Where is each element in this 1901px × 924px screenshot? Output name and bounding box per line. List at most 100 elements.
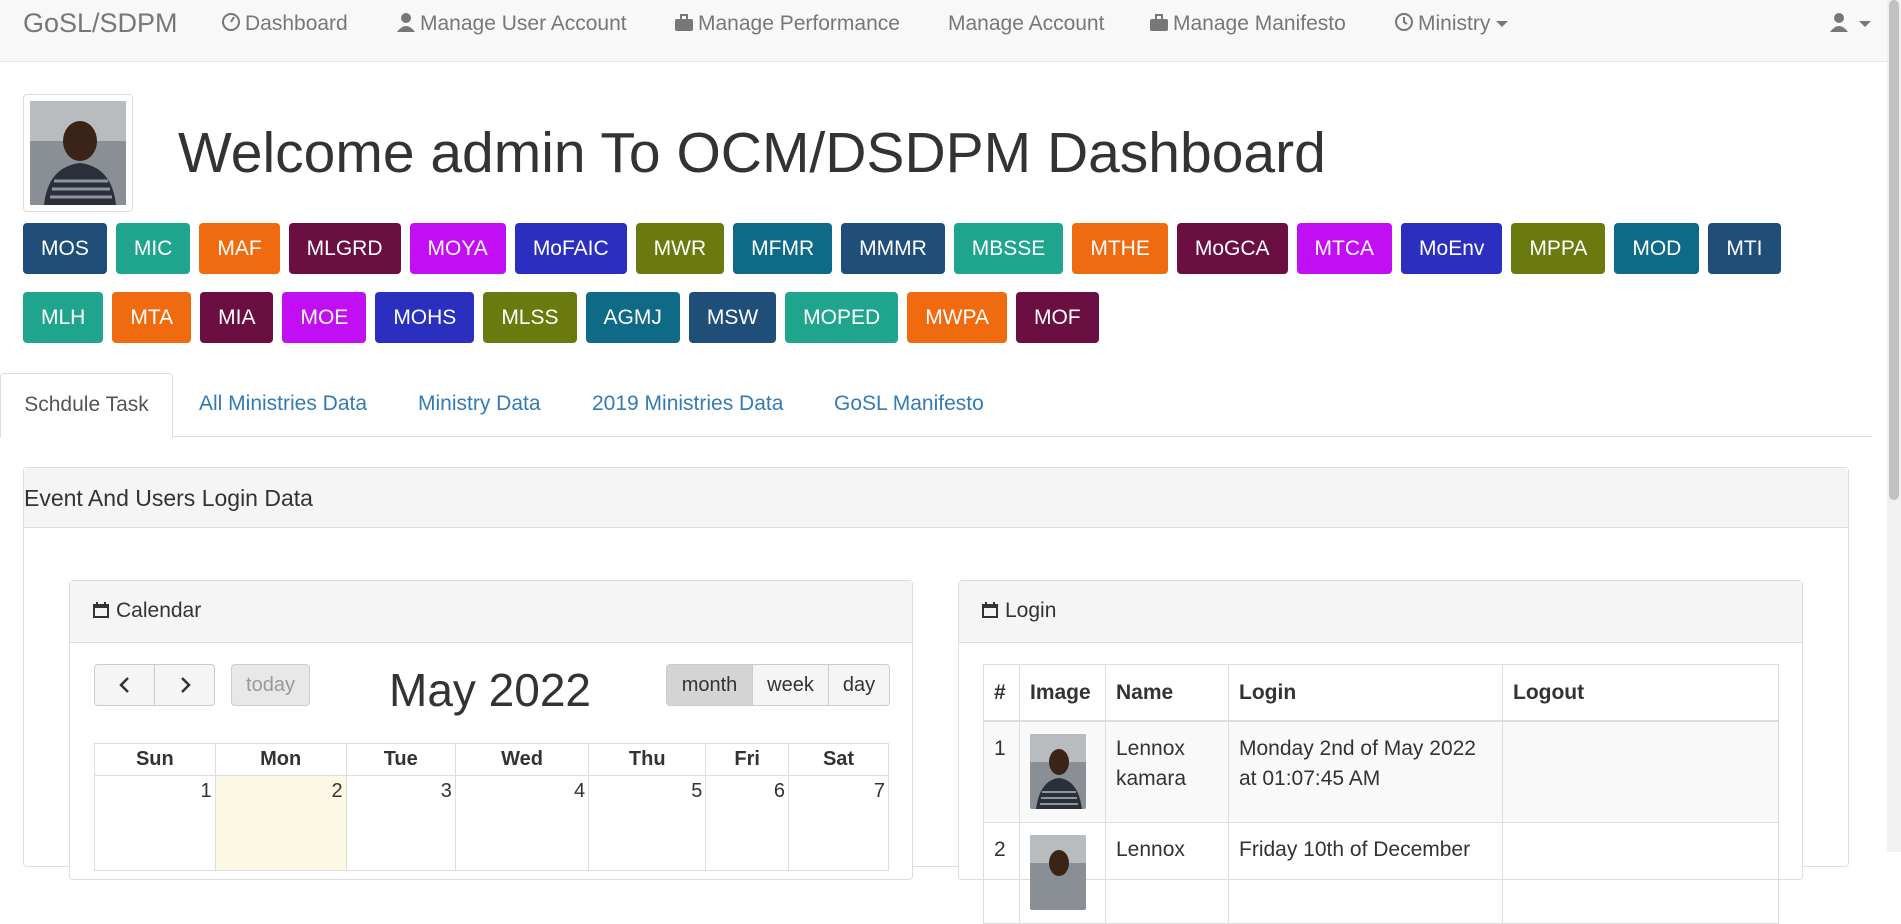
calendar-next-button[interactable] [154,664,215,706]
chevron-left-icon [118,677,129,693]
ministry-button-mwr[interactable]: MWR [635,223,725,274]
ministry-buttons-row-1: MOS MIC MAF MLGRD MOYA MoFAIC MWR MFMR MMMR MBSSE… [23,223,1781,274]
tab-all-ministries-data[interactable]: All Ministries Data [199,373,367,437]
column-header-name: Name [1105,664,1229,722]
column-header-login: Login [1228,664,1503,722]
calendar-day-cell[interactable]: 7 [788,775,889,871]
ministry-button-mppa[interactable]: MPPA [1511,223,1606,274]
tab-schedule-task[interactable]: Schdule Task [0,373,173,438]
ministry-button-moped[interactable]: MOPED [785,292,899,343]
column-header-image: Image [1019,664,1106,722]
user-thumbnail [1030,834,1086,910]
row-name: Lennox kamara [1105,720,1229,823]
ministry-button-mof[interactable]: MOF [1015,292,1099,343]
ministry-button-mlh[interactable]: MLH [23,292,104,343]
calendar-day-cell[interactable]: 5 [588,775,707,871]
ministry-button-mlgrd[interactable]: MLGRD [288,223,401,274]
admin-avatar [23,94,133,212]
calendar-day-cell[interactable]: 6 [705,775,789,871]
panel-title: Event And Users Login Data [24,485,313,511]
calendar-day-cell[interactable]: 3 [345,775,456,871]
ministry-button-mmmr[interactable]: MMMR [841,223,945,274]
brand-link[interactable]: GoSL/SDPM [23,8,178,39]
nav-manage-performance-label: Manage Performance [698,12,900,35]
briefcase-icon [1150,14,1168,31]
table-row: 1 Lennox kamara Monday 2nd of May 2022 a… [983,720,1779,823]
ministry-button-moya[interactable]: MOYA [409,223,506,274]
row-login-time: Friday 10th of December [1228,821,1503,924]
ministry-button-mia[interactable]: MIA [200,292,274,343]
clock-icon [1395,13,1413,31]
calendar-month-view-button[interactable]: month [666,664,753,706]
user-menu-dropdown[interactable] [1829,12,1871,36]
ministry-button-moenv[interactable]: MoEnv [1401,223,1503,274]
row-number: 2 [983,821,1020,924]
calendar-heading-label: Calendar [116,599,202,622]
panel-heading: Event And Users Login Data [24,468,1848,528]
ministry-button-mfmr[interactable]: MFMR [733,223,833,274]
ministry-button-mbsse[interactable]: MBSSE [953,223,1064,274]
user-icon [397,13,415,32]
ministry-button-mogca[interactable]: MoGCA [1176,223,1288,274]
login-heading: Login [959,581,1802,643]
chevron-down-icon [1859,21,1871,27]
tab-gosl-manifesto[interactable]: GoSL Manifesto [834,373,984,437]
row-login-time: Monday 2nd of May 2022 at 01:07:45 AM [1228,720,1503,823]
calendar-week-view-button[interactable]: week [752,664,829,706]
ministry-button-agmj[interactable]: AGMJ [585,292,680,343]
tab-2019-ministries-data[interactable]: 2019 Ministries Data [592,373,783,437]
ministry-button-mti[interactable]: MTI [1708,223,1781,274]
scrollbar-thumb[interactable] [1889,0,1899,500]
row-name: Lennox [1105,821,1229,924]
ministry-button-msw[interactable]: MSW [688,292,777,343]
nav-manage-user-account-label: Manage User Account [420,12,627,35]
ministry-button-mwpa[interactable]: MWPA [907,292,1007,343]
calendar-icon [982,602,998,618]
ministry-button-mohs[interactable]: MOHS [375,292,475,343]
nav-manage-manifesto[interactable]: Manage Manifesto [1149,12,1346,36]
page-title: Welcome admin To OCM/DSDPM Dashboard [178,121,1326,185]
calendar-day-cell-today[interactable]: 2 [214,775,347,871]
nav-dashboard[interactable]: Dashboard [221,12,348,36]
nav-dashboard-label: Dashboard [245,12,348,35]
ministry-button-mtca[interactable]: MTCA [1296,223,1393,274]
row-logout-time [1502,821,1779,924]
nav-manage-user-account[interactable]: Manage User Account [396,12,627,36]
ministry-button-mos[interactable]: MOS [23,223,107,274]
tab-ministry-data[interactable]: Ministry Data [418,373,541,437]
row-image [1019,821,1106,924]
ministry-button-mthe[interactable]: MTHE [1072,223,1168,274]
row-image [1019,720,1106,823]
login-table: # Image Name Login Logout 1 Lennox kamar… [983,664,1779,924]
row-number: 1 [983,720,1020,823]
table-row: 2 Lennox Friday 10th of December [983,821,1779,924]
chevron-right-icon [180,677,191,693]
user-icon [1830,13,1848,32]
calendar-heading: Calendar [70,581,912,643]
ministry-button-maf[interactable]: MAF [199,223,280,274]
nav-ministry-label: Ministry [1418,12,1491,35]
ministry-button-mic[interactable]: MIC [115,223,191,274]
calendar-day-cell[interactable]: 4 [454,775,590,871]
nav-manage-performance[interactable]: Manage Performance [674,12,900,36]
ministry-buttons-row-2: MLH MTA MIA MOE MOHS MLSS AGMJ MSW MOPED MWPA MOF [23,292,1099,343]
ministry-button-mlss[interactable]: MLSS [483,292,577,343]
top-navbar: GoSL/SDPM Dashboard Manage User Account … [0,0,1901,62]
calendar-prev-button[interactable] [94,664,155,706]
avatar-photo [30,101,126,205]
weekday-header: Thu [588,743,707,776]
calendar-day-cell[interactable]: 1 [94,775,216,871]
ministry-button-mta[interactable]: MTA [112,292,192,343]
weekday-header: Fri [705,743,789,776]
ministry-button-mod[interactable]: MOD [1614,223,1700,274]
nav-manage-account[interactable]: Manage Account [948,12,1104,36]
user-thumbnail [1030,734,1086,809]
calendar-day-view-button[interactable]: day [828,664,890,706]
ministry-button-moe[interactable]: MOE [282,292,367,343]
page-scrollbar[interactable] [1887,0,1901,852]
ministry-button-mofaic[interactable]: MoFAIC [514,223,627,274]
calendar-today-button[interactable]: today [231,664,310,706]
weekday-header: Sun [94,743,216,776]
weekday-header: Sat [788,743,889,776]
nav-ministry-dropdown[interactable]: Ministry [1394,12,1509,36]
